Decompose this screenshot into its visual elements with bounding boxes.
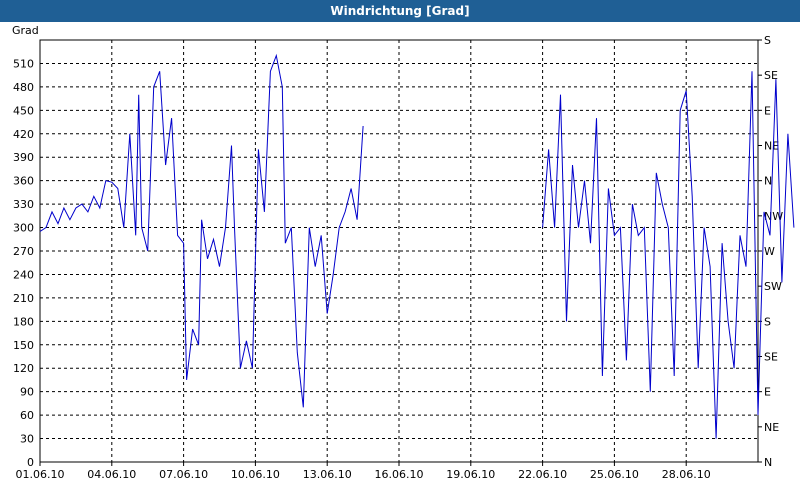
y-tick-label: 330 bbox=[13, 198, 34, 211]
y-tick-label: 180 bbox=[13, 315, 34, 328]
x-tick-label: 07.06.10 bbox=[159, 468, 208, 481]
y-tick-label: 510 bbox=[13, 57, 34, 70]
y2-tick-label: E bbox=[764, 104, 771, 117]
y2-tick-label: N bbox=[764, 175, 772, 188]
series-lines bbox=[39, 53, 795, 439]
y-tick-label: 360 bbox=[13, 175, 34, 188]
y2-tick-label: N bbox=[764, 456, 772, 469]
wind-direction-chart: Grad 03060901201501802102402703003303603… bbox=[12, 24, 795, 481]
y-axis-label: Grad bbox=[12, 24, 39, 37]
x-tick-label: 22.06.10 bbox=[518, 468, 567, 481]
series-line-segment bbox=[542, 71, 795, 439]
chart-title: Windrichtung [Grad] bbox=[0, 0, 800, 22]
x-tick-label: 01.06.10 bbox=[16, 468, 65, 481]
x-axis-ticks: 01.06.10 04.06.10 07.06.10 10.06.10 13.06.10… bbox=[16, 462, 711, 481]
y2-tick-label: NE bbox=[764, 421, 779, 434]
y-tick-label: 120 bbox=[13, 362, 34, 375]
y-tick-label: 480 bbox=[13, 81, 34, 94]
y-tick-label: 450 bbox=[13, 104, 34, 117]
x-tick-label: 25.06.10 bbox=[590, 468, 639, 481]
y2-tick-label: S bbox=[764, 34, 771, 47]
y-tick-label: 270 bbox=[13, 245, 34, 258]
y2-tick-label: SW bbox=[764, 280, 782, 293]
x-tick-label: 28.06.10 bbox=[662, 468, 711, 481]
y2-tick-label: NE bbox=[764, 140, 779, 153]
y-tick-label: 210 bbox=[13, 292, 34, 305]
x-tick-label: 13.06.10 bbox=[303, 468, 352, 481]
y2-tick-label: E bbox=[764, 386, 771, 399]
y-tick-label: 300 bbox=[13, 222, 34, 235]
y-tick-label: 30 bbox=[20, 433, 34, 446]
y-axis-ticks: 0306090120150180210240270300330360390420… bbox=[13, 57, 34, 469]
y-tick-label: 390 bbox=[13, 151, 34, 164]
y-tick-label: 90 bbox=[20, 386, 34, 399]
y-tick-label: 420 bbox=[13, 128, 34, 141]
y-tick-label: 150 bbox=[13, 339, 34, 352]
y2-tick-label: W bbox=[764, 245, 775, 258]
y2-tick-label: S bbox=[764, 315, 771, 328]
y-tick-label: 60 bbox=[20, 409, 34, 422]
chart-window: Windrichtung [Grad] Grad 0 30 60 90 120 150 18… bbox=[0, 0, 800, 500]
y2-axis-ticks: NNEESESSWWNWNNEESES bbox=[758, 34, 783, 469]
x-tick-label: 10.06.10 bbox=[231, 468, 280, 481]
series-line-segment bbox=[39, 53, 364, 408]
x-tick-label: 16.06.10 bbox=[375, 468, 424, 481]
x-tick-label: 04.06.10 bbox=[87, 468, 136, 481]
y-tick-label: 240 bbox=[13, 268, 34, 281]
y2-tick-label: SE bbox=[764, 351, 778, 364]
x-tick-label: 19.06.10 bbox=[446, 468, 495, 481]
